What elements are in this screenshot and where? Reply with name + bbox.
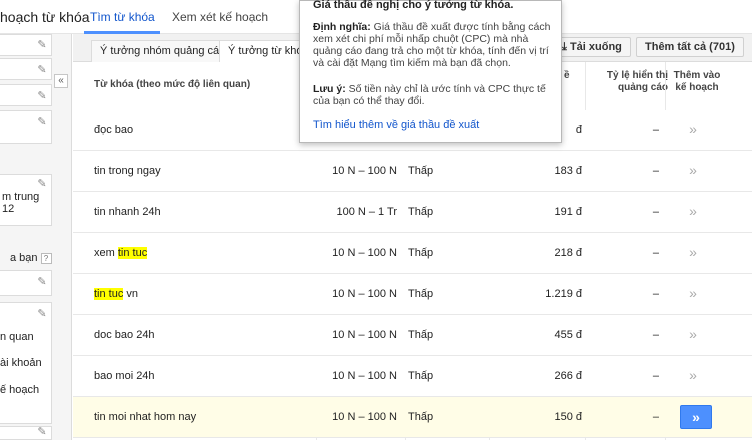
download-label: Tải xuống — [569, 41, 622, 53]
bid-cell: 1.219 đ — [545, 288, 582, 300]
competition-cell: Thấp — [408, 370, 434, 382]
tab-find-keywords[interactable]: Tìm từ khóa — [90, 10, 155, 24]
competition-cell: Thấp — [408, 329, 434, 341]
volume-cell: 100 N – 1 Tr — [336, 206, 397, 218]
pencil-icon[interactable]: ✎ — [36, 276, 48, 288]
bid-cell: 455 đ — [554, 329, 582, 341]
add-to-plan-icon[interactable]: » — [685, 204, 701, 220]
keyword-cell: bao moi 24h — [94, 370, 155, 382]
add-to-plan-icon[interactable]: » — [685, 327, 701, 343]
suggested-bid-tooltip: Giá thầu đề nghị cho ý tưởng từ khóa. Đị… — [299, 0, 562, 143]
sidebar-text: m trung — [2, 191, 40, 203]
competition-cell: Thấp — [408, 247, 434, 259]
sidebar: « ✎ ✎ ✎ ✎ m trung 12 ✎ a bạn? ✎ ✎ n quan… — [0, 34, 72, 440]
keyword-cell: xem tin tuc — [94, 247, 148, 259]
add-to-plan-icon[interactable]: » — [685, 122, 701, 138]
keyword-highlight: tin tuc — [117, 247, 148, 259]
competition-cell: Thấp — [408, 165, 434, 177]
keyword-cell: doc bao 24h — [94, 329, 155, 341]
tooltip-note-label: Lưu ý: — [313, 83, 346, 95]
keyword-text: xem — [94, 247, 118, 259]
table-row: tin moi nhat hom nay 10 N – 100 N Thấp 1… — [73, 397, 752, 438]
pencil-icon[interactable]: ✎ — [36, 39, 48, 51]
table-row: doc bao 24h 10 N – 100 N Thấp 455 đ – » — [73, 315, 752, 356]
tooltip-definition: Định nghĩa: Giá thầu đề xuất được tính b… — [313, 21, 553, 69]
bid-cell: 191 đ — [554, 206, 582, 218]
table-row: tin tuc vn 10 N – 100 N Thấp 1.219 đ – » — [73, 274, 752, 315]
keyword-cell: tin tuc vn — [94, 288, 138, 300]
share-cell: – — [652, 206, 659, 218]
add-all-button[interactable]: Thêm tất cả (701) — [636, 37, 744, 57]
sidebar-text: ế hoạch — [0, 384, 40, 396]
learn-more-link[interactable]: Tìm hiểu thêm về giá thầu đề xuất — [313, 119, 479, 131]
add-to-plan-button[interactable]: » — [680, 405, 712, 429]
column-header-impression-share[interactable]: Tỷ lệ hiển thị quảng cáo — [593, 70, 668, 94]
keyword-text: vn — [123, 288, 139, 300]
tooltip-definition-label: Định nghĩa: — [313, 21, 371, 33]
add-to-plan-icon[interactable]: » — [685, 368, 701, 384]
table-row: tin trong ngay 10 N – 100 N Thấp 183 đ –… — [73, 151, 752, 192]
column-header-add-to-plan: Thêm vào kế hoạch — [673, 70, 721, 93]
sidebar-text: a bạn? — [10, 252, 52, 264]
keyword-highlight: tin tuc — [94, 288, 124, 300]
bid-cell: 218 đ — [554, 247, 582, 259]
table-row: bao moi 24h 10 N – 100 N Thấp 266 đ – » — [73, 356, 752, 397]
table-row: xem tin tuc 10 N – 100 N Thấp 218 đ – » — [73, 233, 752, 274]
tooltip-note: Lưu ý: Số tiền này chỉ là ước tính và CP… — [313, 83, 553, 107]
share-cell: – — [652, 370, 659, 382]
volume-cell: 10 N – 100 N — [332, 411, 397, 423]
download-button[interactable]: ⤓ Tải xuống — [553, 37, 631, 57]
bid-cell: 183 đ — [554, 165, 582, 177]
share-cell: – — [652, 124, 659, 136]
column-header-bid[interactable]: ề — [564, 70, 570, 82]
tab-review-plan[interactable]: Xem xét kế hoạch — [172, 10, 268, 24]
keyword-cell: đọc bao — [94, 124, 134, 136]
add-to-plan-icon[interactable]: » — [685, 245, 701, 261]
pencil-icon[interactable]: ✎ — [36, 308, 48, 320]
pencil-icon[interactable]: ✎ — [36, 64, 48, 76]
volume-cell: 10 N – 100 N — [332, 288, 397, 300]
collapse-sidebar-button[interactable]: « — [54, 74, 68, 88]
sidebar-text: ài khoản — [0, 357, 42, 369]
add-to-plan-icon[interactable]: » — [685, 286, 701, 302]
share-cell: – — [652, 329, 659, 341]
help-icon[interactable]: ? — [40, 252, 52, 264]
keyword-cell: tin moi nhat hom nay — [94, 411, 197, 423]
competition-cell: Thấp — [408, 206, 434, 218]
share-cell: – — [652, 411, 659, 423]
table-row: tin nhanh 24h 100 N – 1 Tr Thấp 191 đ – … — [73, 192, 752, 233]
keyword-cell: tin trong ngay — [94, 165, 161, 177]
keyword-cell: tin nhanh 24h — [94, 206, 161, 218]
sidebar-text: n quan — [0, 331, 34, 343]
sidebar-label: a bạn — [10, 252, 38, 264]
volume-cell: 10 N – 100 N — [332, 247, 397, 259]
volume-cell: 10 N – 100 N — [332, 329, 397, 341]
bid-cell: 266 đ — [554, 370, 582, 382]
pencil-icon[interactable]: ✎ — [36, 116, 48, 128]
pencil-icon[interactable]: ✎ — [36, 426, 48, 438]
volume-cell: 10 N – 100 N — [332, 370, 397, 382]
sidebar-text: 12 — [2, 203, 15, 215]
download-icon: ⤓ — [562, 41, 567, 53]
tab-ad-group-ideas[interactable]: Ý tưởng nhóm quảng cáo — [91, 40, 235, 62]
column-header-keyword[interactable]: Từ khóa (theo mức độ liên quan) — [94, 79, 250, 91]
competition-cell: Thấp — [408, 288, 434, 300]
volume-cell: 10 N – 100 N — [332, 165, 397, 177]
share-cell: – — [652, 288, 659, 300]
pencil-icon[interactable]: ✎ — [36, 178, 48, 190]
share-cell: – — [652, 165, 659, 177]
bid-cell: đ — [575, 124, 582, 136]
pencil-icon[interactable]: ✎ — [36, 90, 48, 102]
share-cell: – — [652, 247, 659, 259]
page-title: hoạch từ khóa — [0, 9, 90, 25]
bid-cell: 150 đ — [554, 411, 582, 423]
add-to-plan-icon[interactable]: » — [685, 163, 701, 179]
competition-cell: Thấp — [408, 411, 434, 423]
tooltip-title: Giá thầu đề nghị cho ý tưởng từ khóa. — [313, 0, 514, 11]
tooltip-note-text: Số tiền này chỉ là ước tính và CPC thực … — [313, 83, 546, 107]
